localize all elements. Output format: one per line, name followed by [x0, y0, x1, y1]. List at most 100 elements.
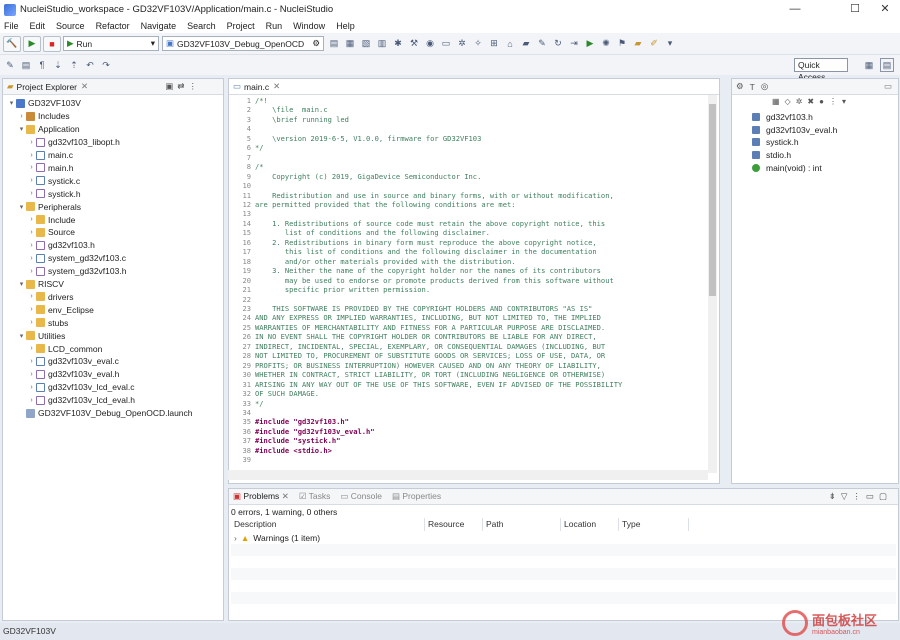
tab-problems[interactable]: ▣ Problems ✕	[233, 491, 289, 502]
problems-toolbar-icons[interactable]: ⇟▽⋮▭▢	[829, 491, 892, 502]
hammer-icon[interactable]: ⚒	[407, 37, 421, 51]
build-icon[interactable]: 🔨	[3, 35, 21, 52]
tree-item[interactable]: › gd32vf103v_eval.c	[27, 355, 119, 368]
home-icon[interactable]: ⌂	[503, 37, 517, 51]
close-button[interactable]: ✕	[870, 0, 900, 19]
tree-item[interactable]: › Source	[27, 226, 75, 239]
block-select-icon[interactable]: ▤	[19, 58, 33, 72]
close-icon[interactable]: ✕	[282, 491, 289, 501]
settings-icon[interactable]: ✱	[391, 37, 405, 51]
tree-item[interactable]: › system_gd32vf103.c	[27, 252, 126, 265]
tree-item[interactable]: › systick.c	[27, 174, 80, 187]
chevron-right-icon[interactable]: ›	[27, 216, 36, 223]
chevron-right-icon[interactable]: ›	[27, 229, 36, 236]
chevron-right-icon[interactable]: ›	[27, 293, 36, 300]
tree-item[interactable]: › drivers	[27, 291, 73, 304]
toggle-mark-icon[interactable]: ✎	[3, 58, 17, 72]
tree-item[interactable]: › gd32vf103v_lcd_eval.c	[27, 381, 134, 394]
menu-refactor[interactable]: Refactor	[96, 21, 130, 31]
print-icon[interactable]: ▥	[375, 37, 389, 51]
chevron-right-icon[interactable]: ›	[17, 113, 26, 120]
tree-item[interactable]: › Include	[27, 213, 75, 226]
outline-item[interactable]: systick.h	[752, 136, 799, 148]
chevron-right-icon[interactable]: ›	[27, 397, 36, 404]
chevron-right-icon[interactable]: ›	[27, 255, 36, 262]
launch-mode-select[interactable]: ▶ Run ▾	[63, 36, 159, 51]
tree-item[interactable]: › main.h	[27, 162, 73, 175]
tree-item[interactable]: GD32VF103V_Debug_OpenOCD.launch	[17, 407, 193, 420]
chevron-down-icon[interactable]: ▾	[663, 37, 677, 51]
outline-item[interactable]: main(void) : int	[752, 162, 822, 174]
tree-item[interactable]: ▾ Application	[17, 123, 80, 136]
chevron-right-icon[interactable]: ›	[27, 319, 36, 326]
column-type[interactable]: Type	[619, 518, 689, 531]
tree-item[interactable]: › gd32vf103_libopt.h	[27, 136, 120, 149]
tree-item[interactable]: ▾ GD32VF103V	[7, 97, 81, 110]
bug-icon[interactable]: ✺	[599, 37, 613, 51]
pin-icon[interactable]: ✎	[535, 37, 549, 51]
chevron-right-icon[interactable]: ›	[27, 384, 36, 391]
outline-icon[interactable]: ⚙	[736, 81, 744, 92]
prev-annotation-icon[interactable]: ⇡	[67, 58, 81, 72]
launch-icon[interactable]: ▶	[23, 35, 41, 52]
chevron-right-icon[interactable]: ›	[27, 345, 36, 352]
outline-toolbar-icons[interactable]: ▦◇✲✖●⋮▾	[772, 97, 851, 106]
tree-item[interactable]: ▾ Utilities	[17, 329, 66, 342]
chevron-right-icon[interactable]: ›	[27, 371, 36, 378]
quick-access-input[interactable]: Quick Access	[794, 58, 848, 82]
tree-item[interactable]: › env_Eclipse	[27, 303, 94, 316]
minimize-icon[interactable]: ▭	[884, 81, 892, 92]
outline-item[interactable]: gd32vf103v_eval.h	[752, 124, 837, 136]
c-cpp-perspective-icon[interactable]: ▤	[880, 58, 894, 72]
chevron-right-icon[interactable]: ›	[27, 306, 36, 313]
chevron-right-icon[interactable]: ›	[27, 268, 36, 275]
terminal-icon[interactable]: ▭	[439, 37, 453, 51]
chevron-right-icon[interactable]: ›	[234, 533, 237, 543]
menu-window[interactable]: Window	[293, 21, 325, 31]
whitespace-icon[interactable]: ¶	[35, 58, 49, 72]
outline-item[interactable]: stdio.h	[752, 149, 791, 161]
back-icon[interactable]: ↶	[83, 58, 97, 72]
problem-row-warnings[interactable]: › ▲ Warnings (1 item)	[231, 532, 896, 544]
chevron-right-icon[interactable]: ›	[27, 152, 36, 159]
build-targets-icon[interactable]: ◎	[761, 81, 768, 92]
code-editor[interactable]: 1/*! 2 \file main.c 3 \brief running led 4 5…	[229, 96, 707, 470]
view-toolbar-icons[interactable]: ▣⇄⋮	[165, 81, 201, 92]
column-description[interactable]: Description	[231, 518, 425, 531]
tree-item[interactable]: › stubs	[27, 316, 68, 329]
next-annotation-icon[interactable]: ⇣	[51, 58, 65, 72]
tab-tasks[interactable]: ☑ Tasks	[299, 491, 331, 502]
menu-help[interactable]: Help	[336, 21, 355, 31]
close-icon[interactable]: ✕	[273, 81, 280, 92]
grid-icon[interactable]: ⊞	[487, 37, 501, 51]
marker-icon[interactable]: ✐	[647, 37, 661, 51]
tree-item[interactable]: › Includes	[17, 110, 69, 123]
tree-item[interactable]: › LCD_common	[27, 342, 102, 355]
play-icon[interactable]: ▶	[583, 37, 597, 51]
menu-search[interactable]: Search	[187, 21, 216, 31]
perspective-icon[interactable]: ▦	[862, 58, 876, 72]
tree-item[interactable]: ▾ Peripherals	[17, 200, 81, 213]
external-tools-icon[interactable]: ⚑	[615, 37, 629, 51]
menu-run[interactable]: Run	[266, 21, 283, 31]
tree-item[interactable]: › gd32vf103.h	[27, 239, 94, 252]
folder-icon[interactable]: ▰	[519, 37, 533, 51]
chevron-right-icon[interactable]: ›	[27, 358, 36, 365]
chevron-right-icon[interactable]: ›	[27, 190, 36, 197]
outline-item[interactable]: gd32vf103.h	[752, 111, 813, 123]
chevron-down-icon[interactable]: ▾	[17, 280, 26, 288]
gear-icon[interactable]: ⚙	[312, 38, 320, 49]
chevron-down-icon[interactable]: ▾	[17, 332, 26, 340]
menu-edit[interactable]: Edit	[30, 21, 46, 31]
tree-item[interactable]: › system_gd32vf103.h	[27, 265, 126, 278]
tree-item[interactable]: › gd32vf103v_lcd_eval.h	[27, 394, 135, 407]
stop-icon[interactable]: ■	[43, 35, 61, 52]
chevron-right-icon[interactable]: ›	[27, 242, 36, 249]
open-folder-icon[interactable]: ▰	[631, 37, 645, 51]
save-icon[interactable]: ▦	[343, 37, 357, 51]
menu-file[interactable]: File	[4, 21, 19, 31]
tree-item[interactable]: › systick.h	[27, 187, 80, 200]
debug-icon[interactable]: ✲	[455, 37, 469, 51]
column-location[interactable]: Location	[561, 518, 619, 531]
refresh-icon[interactable]: ↻	[551, 37, 565, 51]
